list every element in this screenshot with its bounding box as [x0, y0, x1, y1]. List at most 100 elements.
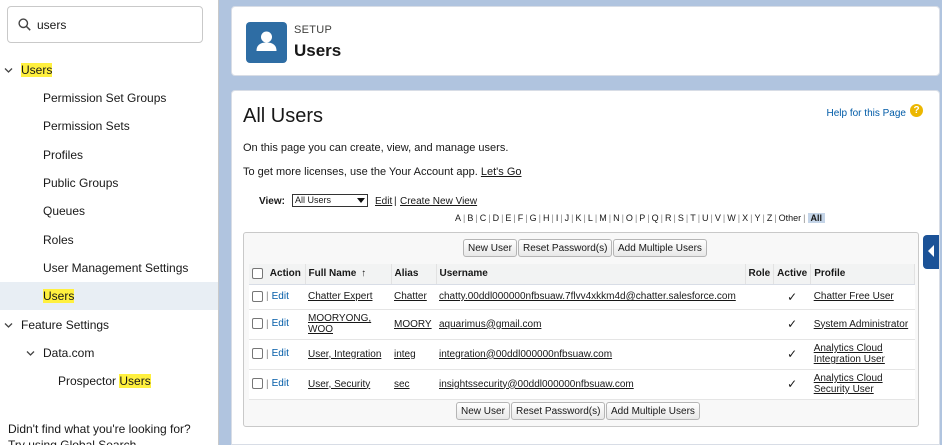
- profile-link[interactable]: Chatter Free User: [814, 291, 894, 302]
- tree-item-user-management-settings[interactable]: User Management Settings: [0, 254, 218, 282]
- row-action-cell: | Edit: [249, 339, 305, 370]
- tree-item-permission-sets[interactable]: Permission Sets: [0, 112, 218, 140]
- active-column-header[interactable]: Active: [773, 264, 812, 285]
- alias-link[interactable]: integ: [394, 349, 416, 360]
- tree-item-label: Queues: [43, 204, 86, 218]
- reset-password-button-bottom[interactable]: Reset Password(s): [511, 402, 606, 420]
- full-name-cell: User, Security: [305, 369, 391, 400]
- checkmark-icon: ✓: [787, 317, 798, 331]
- profile-link[interactable]: Analytics Cloud Security User: [814, 373, 883, 395]
- new-user-button[interactable]: New User: [463, 239, 517, 257]
- select-all-checkbox[interactable]: [252, 268, 263, 280]
- row-edit-link[interactable]: Edit: [272, 379, 289, 390]
- view-select[interactable]: All Users: [292, 194, 368, 207]
- tree-item-users[interactable]: Users: [0, 56, 218, 84]
- tree-item-permission-set-groups[interactable]: Permission Set Groups: [0, 84, 218, 112]
- tree-item-queues[interactable]: Queues: [0, 197, 218, 225]
- action-separator: |: [266, 348, 269, 360]
- page-title: Users: [294, 41, 342, 60]
- role-column-header[interactable]: Role: [745, 264, 775, 285]
- full-name-column-header[interactable]: Full Name ↑: [305, 264, 392, 285]
- main-content: All Users Help for this Page ? On this p…: [231, 90, 940, 445]
- action-header-label: Action: [269, 268, 301, 280]
- licenses-text-prefix: To get more licenses, use the Your Accou…: [243, 166, 478, 178]
- tree-item-data-com[interactable]: Data.com: [0, 339, 218, 367]
- lets-go-link[interactable]: Let's Go: [481, 166, 522, 178]
- username-link[interactable]: chatty.00ddl000000nfbsuaw.7flvv4xkkm4d@c…: [439, 291, 736, 302]
- help-icon[interactable]: ?: [910, 104, 923, 117]
- tree-item-profiles[interactable]: Profiles: [0, 141, 218, 169]
- profile-column-header[interactable]: Profile: [810, 264, 915, 285]
- tree-item-label: Public Groups: [43, 176, 119, 190]
- row-checkbox[interactable]: [252, 290, 263, 302]
- table-row: | Edit Chatter Expert Chatter chatty.00dd…: [249, 284, 915, 310]
- alias-cell: MOORY: [391, 309, 436, 340]
- row-edit-link[interactable]: Edit: [272, 319, 289, 330]
- row-checkbox[interactable]: [252, 378, 263, 390]
- users-table: Action Full Name ↑ Alias Username Role A…: [249, 264, 915, 400]
- quick-find-box[interactable]: [7, 6, 203, 43]
- alpha-filter-o[interactable]: O: [626, 213, 633, 223]
- table-row: | Edit User, Security sec insightssecurit…: [249, 369, 915, 400]
- username-cell: chatty.00ddl000000nfbsuaw.7flvv4xkkm4d@c…: [436, 284, 745, 310]
- alpha-filter-all[interactable]: All: [807, 213, 826, 223]
- row-edit-link[interactable]: Edit: [272, 349, 289, 360]
- help-link[interactable]: Help for this Page: [827, 108, 907, 119]
- quick-find-input[interactable]: [37, 15, 197, 35]
- user-name-link[interactable]: Chatter Expert: [308, 291, 372, 302]
- username-column-header[interactable]: Username: [436, 264, 746, 285]
- alias-cell: integ: [391, 339, 436, 370]
- alpha-filter-m[interactable]: M: [599, 213, 607, 223]
- row-edit-link[interactable]: Edit: [272, 291, 289, 302]
- alias-link[interactable]: Chatter: [394, 291, 427, 302]
- reset-password-button[interactable]: Reset Password(s): [518, 239, 613, 257]
- checkmark-icon: ✓: [787, 347, 798, 361]
- user-name-link[interactable]: MOORYONG, WOO: [308, 313, 371, 335]
- profile-cell: System Administrator: [810, 309, 915, 340]
- alpha-filter-g[interactable]: G: [530, 213, 537, 223]
- add-multiple-users-button[interactable]: Add Multiple Users: [613, 239, 707, 257]
- edit-view-link[interactable]: Edit: [375, 196, 392, 207]
- checkmark-icon: ✓: [787, 377, 798, 391]
- role-header-label: Role: [748, 268, 771, 280]
- tree-item-public-groups[interactable]: Public Groups: [0, 169, 218, 197]
- row-checkbox[interactable]: [252, 348, 263, 360]
- action-separator: |: [266, 291, 269, 303]
- active-cell: ✓: [773, 369, 811, 400]
- alias-column-header[interactable]: Alias: [391, 264, 437, 285]
- tree-item-label: Roles: [43, 233, 74, 247]
- tree-item-users-selected[interactable]: Users: [0, 282, 218, 310]
- alpha-filter-w[interactable]: W: [727, 213, 736, 223]
- alpha-filter-q[interactable]: Q: [652, 213, 659, 223]
- user-name-link[interactable]: User, Security: [308, 379, 370, 390]
- username-link[interactable]: aquarimus@gmail.com: [439, 319, 541, 330]
- full-name-cell: Chatter Expert: [305, 284, 391, 310]
- page-header: SETUP Users: [231, 6, 940, 76]
- username-header-label: Username: [439, 268, 488, 280]
- username-link[interactable]: insightssecurity@00ddl000000nfbsuaw.com: [439, 379, 634, 390]
- alpha-filter-other[interactable]: Other: [779, 213, 802, 223]
- tree-item-label: Feature Settings: [21, 318, 110, 332]
- create-view-link[interactable]: Create New View: [400, 196, 477, 207]
- alias-link[interactable]: sec: [394, 379, 410, 390]
- action-separator: |: [266, 318, 269, 330]
- collapse-handle[interactable]: [923, 235, 939, 269]
- profile-link[interactable]: System Administrator: [814, 319, 908, 330]
- chevron-down-icon: [26, 351, 35, 356]
- profile-link[interactable]: Analytics Cloud Integration User: [814, 343, 885, 365]
- new-user-button-bottom[interactable]: New User: [456, 402, 510, 420]
- user-name-link[interactable]: User, Integration: [308, 349, 381, 360]
- view-label: View:: [259, 196, 285, 207]
- role-cell: [745, 339, 774, 370]
- tree-item-roles[interactable]: Roles: [0, 226, 218, 254]
- username-link[interactable]: integration@00ddl000000nfbsuaw.com: [439, 349, 612, 360]
- tree-item-feature-settings[interactable]: Feature Settings: [0, 311, 218, 339]
- row-checkbox[interactable]: [252, 318, 263, 330]
- active-cell: ✓: [773, 309, 811, 340]
- tree-item-prospector-users[interactable]: Prospector Users: [0, 367, 218, 395]
- alias-link[interactable]: MOORY: [394, 319, 432, 330]
- profile-cell: Analytics Cloud Integration User: [810, 339, 915, 370]
- full-name-cell: MOORYONG, WOO: [305, 309, 391, 340]
- not-found-line2[interactable]: Try using Global Search.: [8, 437, 191, 445]
- add-multiple-users-button-bottom[interactable]: Add Multiple Users: [606, 402, 700, 420]
